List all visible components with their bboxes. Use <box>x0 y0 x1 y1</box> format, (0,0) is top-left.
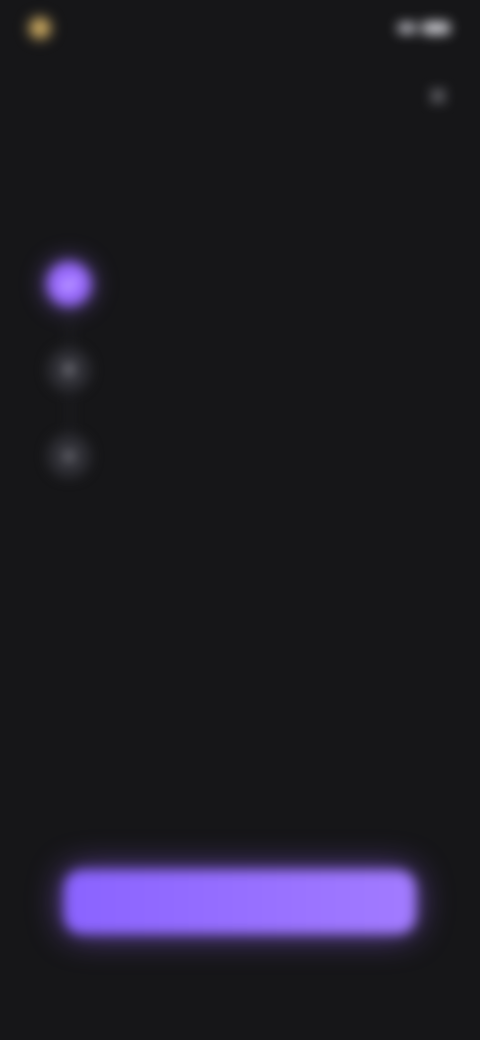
continue-button[interactable] <box>64 870 416 934</box>
timeline-step-3 <box>44 434 438 478</box>
battery-icon <box>422 22 450 34</box>
timeline <box>44 262 438 520</box>
close-button[interactable] <box>420 78 456 114</box>
status-right <box>398 22 450 34</box>
timeline-step-2 <box>44 348 438 464</box>
close-icon <box>430 88 446 104</box>
signal-icon <box>398 23 416 33</box>
screen <box>0 0 480 1040</box>
timeline-step-3-body <box>114 434 438 478</box>
star-icon <box>47 434 91 478</box>
bell-icon <box>47 348 91 392</box>
timeline-step-2-body <box>114 348 438 392</box>
check-icon <box>47 262 91 306</box>
timeline-step-1 <box>44 262 438 378</box>
timeline-step-1-body <box>114 262 438 306</box>
status-left <box>30 18 60 38</box>
app-avatar-icon <box>30 18 50 38</box>
content <box>0 0 480 1040</box>
status-bar <box>30 14 450 42</box>
